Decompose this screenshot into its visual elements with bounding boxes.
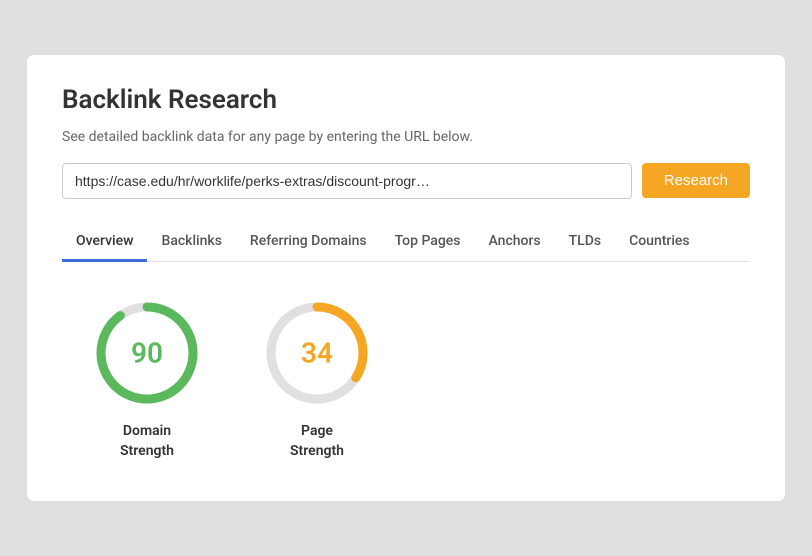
subtitle: See detailed backlink data for any page … xyxy=(62,129,750,145)
tab-backlinks[interactable]: Backlinks xyxy=(147,223,235,262)
main-card: Backlink Research See detailed backlink … xyxy=(26,54,786,502)
research-button[interactable]: Research xyxy=(642,163,750,198)
tab-overview[interactable]: Overview xyxy=(62,223,147,262)
metric-domain-strength: 90 DomainStrength xyxy=(92,298,202,461)
domain-strength-value: 90 xyxy=(131,336,163,369)
page-strength-circle: 34 xyxy=(262,298,372,408)
page-strength-value: 34 xyxy=(301,336,333,369)
tabs-nav: OverviewBacklinksReferring DomainsTop Pa… xyxy=(62,223,750,262)
url-input[interactable] xyxy=(62,163,632,199)
page-title: Backlink Research xyxy=(62,85,750,115)
domain-strength-circle: 90 xyxy=(92,298,202,408)
search-row: Research xyxy=(62,163,750,199)
metric-page-strength: 34 PageStrength xyxy=(262,298,372,461)
page-strength-label: PageStrength xyxy=(290,422,344,461)
metrics-row: 90 DomainStrength 34 PageStrength xyxy=(62,298,750,461)
tab-referring-domains[interactable]: Referring Domains xyxy=(236,223,381,262)
domain-strength-label: DomainStrength xyxy=(120,422,174,461)
tab-top-pages[interactable]: Top Pages xyxy=(381,223,475,262)
tab-anchors[interactable]: Anchors xyxy=(475,223,555,262)
tab-countries[interactable]: Countries xyxy=(615,223,704,262)
tab-tlds[interactable]: TLDs xyxy=(555,223,615,262)
